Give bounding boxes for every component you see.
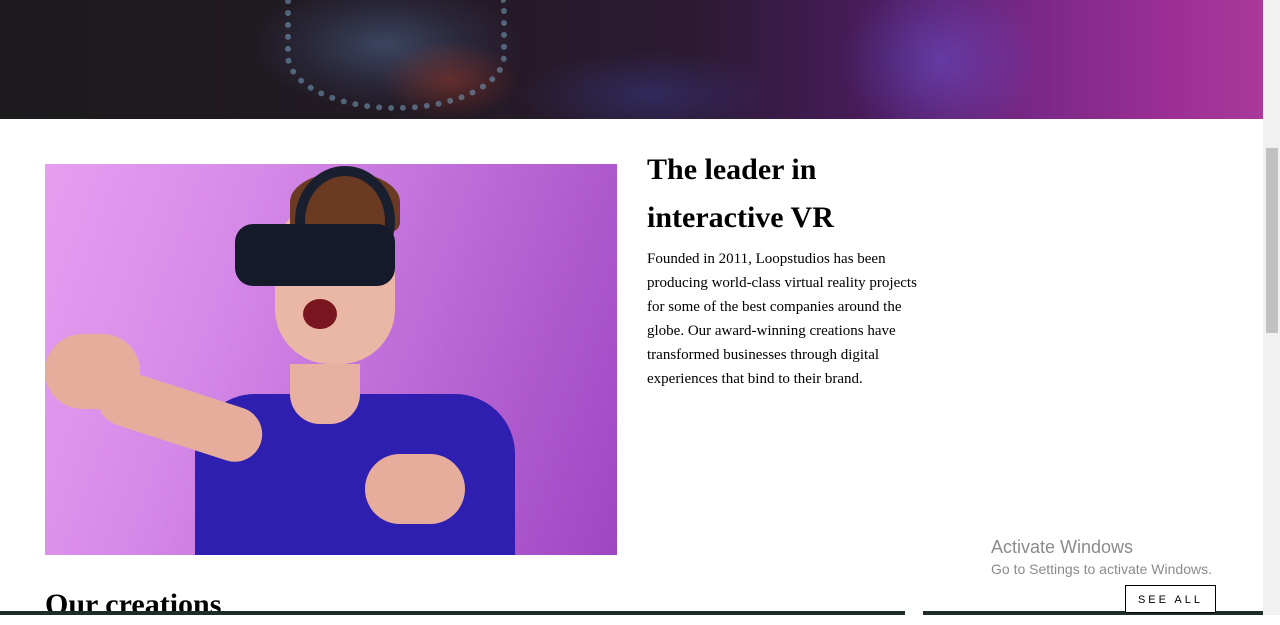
about-description: Founded in 2011, Loopstudios has been pr… xyxy=(647,251,917,387)
watermark-title: Activate Windows xyxy=(991,537,1134,557)
creations-heading: Our creations xyxy=(45,588,222,621)
about-title-line1: The leader in xyxy=(647,153,817,186)
see-all-button[interactable]: SEE ALL xyxy=(1125,585,1216,613)
about-title: The leader in interactive VR xyxy=(647,146,947,242)
about-title-line2: interactive VR xyxy=(647,201,834,234)
creation-thumbnails-strip xyxy=(0,611,905,615)
windows-activation-watermark: Activate Windows Go to Settings to activ… xyxy=(991,536,1212,579)
watermark-subtitle: Go to Settings to activate Windows. xyxy=(991,561,1212,577)
hero-image xyxy=(0,0,1263,119)
scrollbar-thumb[interactable] xyxy=(1266,148,1278,333)
vr-headset-photo xyxy=(45,164,617,555)
